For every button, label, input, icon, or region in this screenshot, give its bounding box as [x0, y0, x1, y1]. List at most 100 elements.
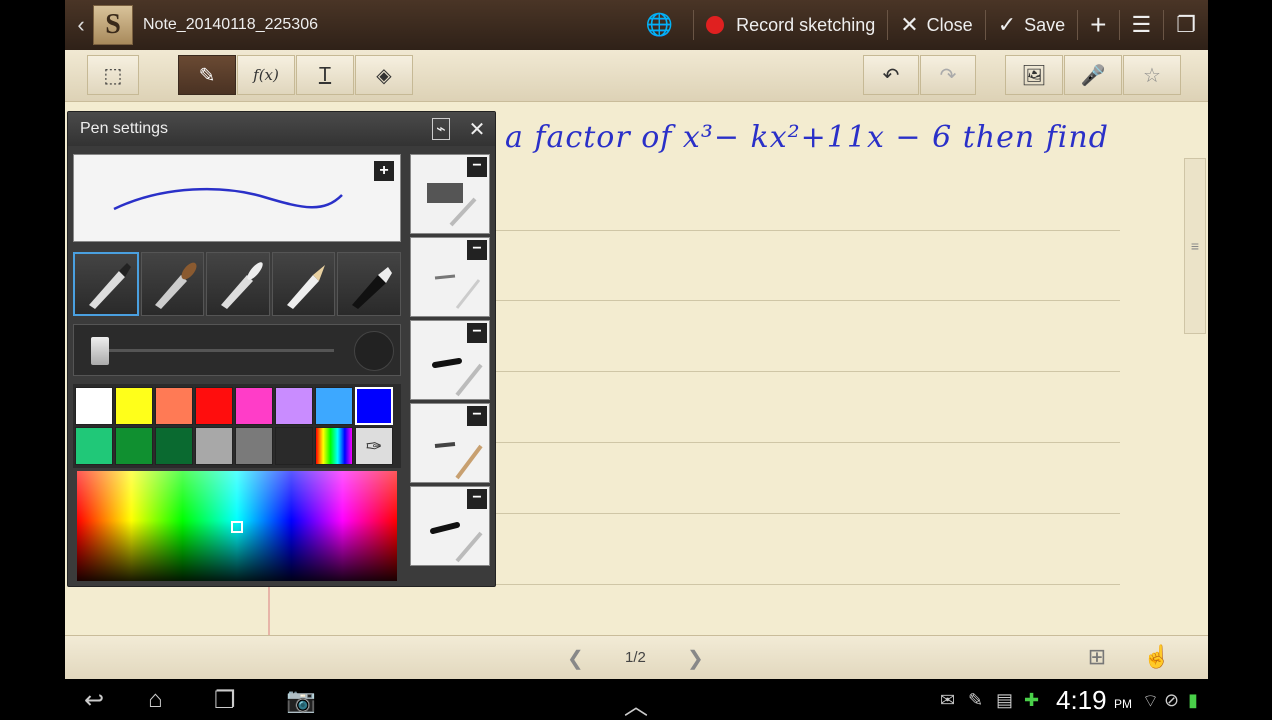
rule-line	[495, 230, 1120, 231]
color-swatch[interactable]	[115, 427, 153, 465]
size-preview-dot	[354, 331, 394, 371]
formula-tool-button[interactable]: f(x)	[237, 55, 295, 95]
pen-size-slider[interactable]	[73, 324, 401, 376]
save-button[interactable]: ✓ Save	[986, 0, 1077, 50]
check-icon: ✓	[997, 12, 1017, 37]
clock-time: 4:19	[1056, 685, 1107, 715]
home-nav-icon[interactable]: ⌂	[148, 686, 163, 714]
back-nav-icon[interactable]: ↩	[84, 686, 104, 715]
insert-image-button[interactable]: 🖼	[1005, 55, 1063, 95]
pen-type-chinese-brush[interactable]	[206, 252, 270, 316]
redo-button[interactable]: ↷	[920, 55, 976, 95]
color-swatch[interactable]	[155, 387, 193, 425]
next-page-button[interactable]: ❯	[687, 646, 704, 671]
add-preset-button[interactable]: +	[374, 161, 394, 181]
color-spectrum[interactable]	[77, 471, 397, 581]
minimize-panel-button[interactable]: ⌁	[423, 112, 459, 146]
color-swatch[interactable]	[195, 427, 233, 465]
color-swatch[interactable]	[75, 387, 113, 425]
color-swatch[interactable]	[195, 387, 233, 425]
marker-icon	[352, 267, 393, 309]
eraser-icon: ◈	[376, 64, 392, 87]
selection-mode-button[interactable]: ⬚	[87, 55, 139, 95]
close-label: Close	[926, 14, 973, 35]
pen-preset[interactable]: −	[410, 403, 490, 483]
close-icon: ✕	[468, 118, 486, 141]
undo-icon: ↶	[882, 64, 900, 87]
do-not-disturb-icon: ⊘	[1164, 690, 1180, 710]
undo-button[interactable]: ↶	[863, 55, 919, 95]
app-drawer-up-icon[interactable]: ︿	[624, 686, 648, 720]
color-swatch[interactable]	[155, 427, 193, 465]
pen-preset[interactable]: −	[410, 154, 490, 234]
menu-icon: ☰	[1131, 12, 1152, 37]
stroke-preview-curve	[113, 187, 343, 211]
remove-preset-button[interactable]: −	[467, 406, 487, 426]
scrollbar-thumb[interactable]: ≡	[1184, 158, 1206, 334]
pen-type-marker[interactable]	[337, 252, 401, 316]
selection-icon: ⬚	[103, 64, 123, 87]
right-bezel	[1208, 0, 1272, 683]
close-panel-button[interactable]: ✕	[459, 112, 495, 146]
rule-line	[495, 300, 1120, 301]
rule-line	[495, 584, 1120, 585]
color-swatch[interactable]	[315, 387, 353, 425]
pen-settings-panel: Pen settings ⌁ ✕ + ✑ − − − − −	[67, 111, 496, 587]
add-page-button[interactable]: ⊞	[1083, 644, 1111, 672]
color-swatch[interactable]	[235, 387, 273, 425]
pen-preset[interactable]: −	[410, 320, 490, 400]
voice-memo-button[interactable]: 🎤	[1064, 55, 1122, 95]
back-arrow-icon[interactable]: ‹	[69, 12, 93, 38]
save-label: Save	[1024, 14, 1066, 35]
spectrum-picker[interactable]	[231, 521, 243, 533]
pen-type-fountain[interactable]	[73, 252, 139, 316]
help-button[interactable]: 🌐	[634, 0, 693, 50]
brush-icon	[155, 262, 197, 309]
favorite-button[interactable]: ☆	[1123, 55, 1181, 95]
custom-color-swatch[interactable]	[315, 427, 353, 465]
remove-preset-button[interactable]: −	[467, 157, 487, 177]
left-bezel	[0, 0, 65, 683]
grip-icon: ≡	[1190, 238, 1200, 254]
record-icon	[706, 16, 725, 34]
color-swatch[interactable]	[275, 387, 313, 425]
text-tool-button[interactable]: T	[296, 55, 354, 95]
plus-icon: +	[1090, 9, 1107, 40]
slider-handle[interactable]	[91, 337, 109, 365]
color-swatch[interactable]	[355, 387, 393, 425]
color-swatch[interactable]	[235, 427, 273, 465]
recent-apps-icon[interactable]: ❐	[214, 686, 236, 715]
pen-type-pencil[interactable]	[271, 252, 336, 316]
app-icon[interactable]: S	[93, 5, 133, 45]
multiwindow-button[interactable]: ❐	[1164, 0, 1208, 50]
app-icon-letter: S	[105, 9, 121, 40]
close-button[interactable]: ✕ Close	[888, 0, 984, 50]
color-swatch[interactable]	[115, 387, 153, 425]
remove-preset-button[interactable]: −	[467, 323, 487, 343]
pen-preset[interactable]: −	[410, 486, 490, 566]
pen-tool-button[interactable]: ✎	[178, 55, 236, 95]
pen-preset[interactable]: −	[410, 237, 490, 317]
star-icon: ☆	[1143, 64, 1161, 87]
minimize-icon: ⌁	[432, 118, 450, 140]
color-swatch[interactable]	[275, 427, 313, 465]
pen-type-list	[73, 252, 401, 316]
pen-type-brush[interactable]	[140, 252, 205, 316]
rule-line	[495, 442, 1120, 443]
multiwindow-icon: ❐	[1176, 12, 1196, 37]
color-swatch[interactable]	[75, 427, 113, 465]
eyedropper-icon[interactable]: ✑	[355, 427, 393, 465]
remove-preset-button[interactable]: −	[467, 489, 487, 509]
hand-mode-button[interactable]: ☝	[1143, 644, 1171, 672]
previous-page-button[interactable]: ❮	[567, 646, 584, 671]
screenshot-camera-icon[interactable]: 📷	[286, 686, 316, 715]
record-sketching-button[interactable]: Record sketching	[694, 0, 887, 50]
remove-preset-button[interactable]: −	[467, 240, 487, 260]
eraser-tool-button[interactable]: ◈	[355, 55, 413, 95]
add-button[interactable]: +	[1078, 0, 1118, 50]
menu-button[interactable]: ☰	[1120, 0, 1164, 50]
tool-bar: ⬚ ✎ f(x) T ◈ ↶ ↷ 🖼 🎤 ☆	[65, 50, 1208, 102]
page-navigation-bar: ❮ 1/2 ❯ ⊞ ☝	[65, 635, 1208, 679]
clock-ampm: PM	[1114, 697, 1132, 711]
note-title: Note_20140118_225306	[143, 16, 318, 33]
